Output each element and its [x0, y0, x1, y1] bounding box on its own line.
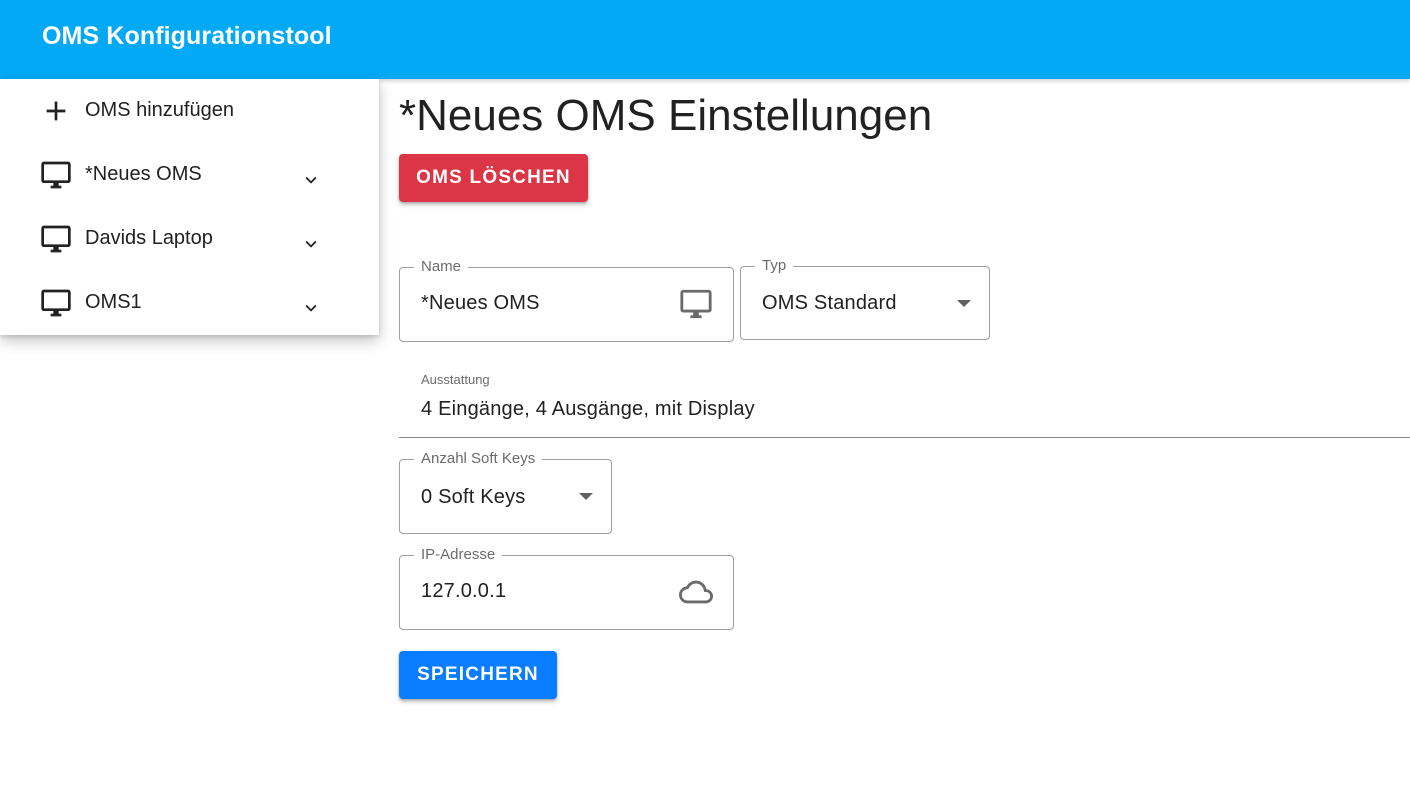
sidebar-item-label: Davids Laptop [85, 227, 213, 249]
monitor-icon [41, 161, 71, 189]
monitor-icon [41, 289, 71, 317]
dropdown-arrow-icon [579, 493, 593, 500]
typ-select[interactable]: Typ OMS Standard [740, 257, 990, 340]
sidebar-item-add-oms[interactable]: OMS hinzufügen [0, 79, 379, 143]
sidebar-item-label: OMS1 [85, 291, 142, 313]
ip-address-field[interactable]: IP-Adresse 127.0.0.1 [399, 546, 734, 630]
ausstattung-label: Ausstattung [421, 372, 490, 387]
ausstattung-value: 4 Eingänge, 4 Ausgänge, mit Display [421, 398, 755, 420]
sidebar: OMS hinzufügen *Neues OMS Davids Laptop … [0, 79, 379, 335]
chevron-down-icon[interactable] [300, 297, 322, 319]
plus-icon [46, 101, 66, 121]
monitor-icon [680, 289, 712, 319]
sidebar-item-davids-laptop[interactable]: Davids Laptop [0, 207, 379, 271]
sidebar-item-label: OMS hinzufügen [85, 99, 234, 121]
typ-select-value: OMS Standard [762, 292, 897, 314]
app-title: OMS Konfigurationstool [42, 22, 332, 50]
sidebar-item-oms1[interactable]: OMS1 [0, 271, 379, 335]
app-bar: OMS Konfigurationstool [0, 0, 1410, 79]
ausstattung-field: Ausstattung 4 Eingänge, 4 Ausgänge, mit … [399, 368, 1410, 438]
soft-keys-select-label: Anzahl Soft Keys [414, 450, 543, 467]
name-field-label: Name [414, 258, 469, 275]
dropdown-arrow-icon [957, 300, 971, 307]
soft-keys-select-value: 0 Soft Keys [421, 486, 526, 508]
soft-keys-select[interactable]: Anzahl Soft Keys 0 Soft Keys [399, 450, 612, 534]
sidebar-item-neues-oms[interactable]: *Neues OMS [0, 143, 379, 207]
delete-oms-button[interactable]: OMS LÖSCHEN [399, 154, 588, 202]
ip-address-label: IP-Adresse [414, 546, 503, 563]
page-title: *Neues OMS Einstellungen [399, 91, 933, 140]
chevron-down-icon[interactable] [300, 169, 322, 191]
save-button[interactable]: SPEICHERN [399, 651, 557, 699]
cloud-icon [679, 580, 713, 604]
typ-select-label: Typ [755, 257, 794, 274]
chevron-down-icon[interactable] [300, 233, 322, 255]
sidebar-item-label: *Neues OMS [85, 163, 202, 185]
ip-address-value[interactable]: 127.0.0.1 [421, 580, 506, 603]
name-field[interactable]: Name *Neues OMS [399, 258, 734, 342]
name-field-value[interactable]: *Neues OMS [421, 292, 540, 315]
monitor-icon [41, 225, 71, 253]
